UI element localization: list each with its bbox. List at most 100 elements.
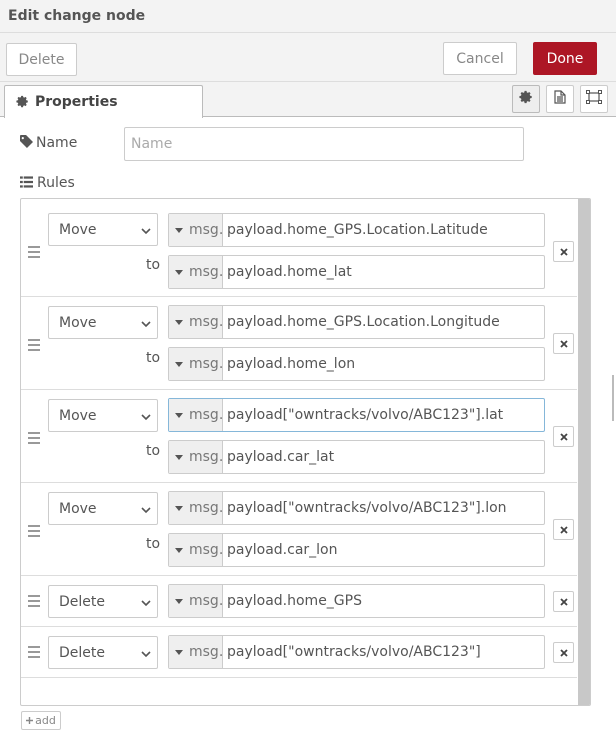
- rule-property-input[interactable]: msg. payload.home_GPS.Location.Latitude: [168, 213, 545, 247]
- caret-down-icon: [175, 270, 183, 275]
- to-label: to: [146, 536, 161, 552]
- chevron-down-icon: [141, 224, 151, 240]
- type-label: msg.: [189, 264, 224, 280]
- caret-down-icon: [175, 455, 183, 460]
- tray-resize-handle[interactable]: [612, 375, 614, 421]
- tag-icon: [20, 135, 33, 148]
- name-label-text: Name: [36, 135, 78, 151]
- to-label: to: [146, 350, 161, 366]
- caret-down-icon: [175, 548, 183, 553]
- to-label: to: [146, 443, 161, 459]
- rules-list: Move msg. payload.home_GPS.Location.Lati…: [20, 198, 591, 706]
- add-rule-button[interactable]: add: [21, 711, 61, 730]
- drag-handle-icon[interactable]: [28, 525, 40, 540]
- rules-scrollbar[interactable]: [578, 199, 590, 705]
- property-value: payload.home_GPS.Location.Latitude: [227, 222, 488, 238]
- rule-property-input[interactable]: msg. payload["owntracks/volvo/ABC123"].l…: [168, 398, 545, 432]
- delete-node-button[interactable]: Delete: [6, 43, 77, 76]
- remove-rule-button[interactable]: [553, 241, 574, 262]
- drag-handle-icon[interactable]: [28, 646, 40, 661]
- property-value: payload.home_GPS.Location.Longitude: [227, 314, 500, 330]
- type-selector[interactable]: msg.: [169, 492, 223, 524]
- tab-properties[interactable]: Properties: [4, 85, 203, 118]
- drag-handle-icon[interactable]: [28, 246, 40, 261]
- rule-action-select[interactable]: Delete: [48, 636, 158, 669]
- rule-target-input[interactable]: msg. payload.car_lat: [168, 440, 545, 474]
- property-value: payload.home_GPS: [227, 593, 362, 609]
- type-label: msg.: [189, 542, 224, 558]
- tray-header: Edit change node: [0, 0, 616, 33]
- rule-action-value: Move: [59, 314, 97, 331]
- appearance-icon: [586, 90, 602, 108]
- property-value: payload["owntracks/volvo/ABC123"]: [227, 644, 481, 660]
- type-label: msg.: [189, 449, 224, 465]
- cancel-button[interactable]: Cancel: [443, 42, 517, 75]
- close-icon: [559, 522, 568, 538]
- rule-target-input[interactable]: msg. payload.home_lat: [168, 255, 545, 289]
- rule-action-value: Move: [59, 407, 97, 424]
- drag-handle-icon[interactable]: [28, 432, 40, 447]
- type-selector[interactable]: msg.: [169, 256, 223, 288]
- tab-properties-label: Properties: [35, 94, 118, 110]
- rule-property-input[interactable]: msg. payload["owntracks/volvo/ABC123"]: [168, 635, 545, 669]
- rule-action-value: Move: [59, 221, 97, 238]
- property-value: payload.car_lat: [227, 449, 335, 465]
- close-icon: [559, 594, 568, 610]
- rule-property-input[interactable]: msg. payload.home_GPS: [168, 584, 545, 618]
- remove-rule-button[interactable]: [553, 426, 574, 447]
- rule-action-select[interactable]: Move: [48, 399, 158, 432]
- type-selector[interactable]: msg.: [169, 585, 223, 617]
- name-input[interactable]: [124, 127, 524, 161]
- rule-item: Move msg. payload["owntracks/volvo/ABC12…: [21, 483, 577, 576]
- type-label: msg.: [189, 314, 224, 330]
- drag-handle-icon[interactable]: [28, 595, 40, 610]
- rule-action-select[interactable]: Delete: [48, 585, 158, 618]
- type-label: msg.: [189, 356, 224, 372]
- tab-appearance[interactable]: [580, 85, 608, 113]
- type-selector[interactable]: msg.: [169, 534, 223, 566]
- rule-action-value: Move: [59, 500, 97, 517]
- document-icon: [554, 90, 566, 108]
- type-selector[interactable]: msg.: [169, 399, 223, 431]
- tabs-bar: Properties: [0, 82, 616, 118]
- type-selector[interactable]: msg.: [169, 306, 223, 338]
- rule-target-input[interactable]: msg. payload.home_lon: [168, 347, 545, 381]
- chevron-down-icon: [141, 503, 151, 519]
- rule-target-input[interactable]: msg. payload.car_lon: [168, 533, 545, 567]
- caret-down-icon: [175, 320, 183, 325]
- type-label: msg.: [189, 644, 224, 660]
- add-rule-label: add: [35, 714, 56, 727]
- type-label: msg.: [189, 500, 224, 516]
- rule-action-select[interactable]: Move: [48, 213, 158, 246]
- tray-title: Edit change node: [8, 8, 146, 24]
- rule-action-select[interactable]: Move: [48, 306, 158, 339]
- chevron-down-icon: [141, 647, 151, 663]
- tab-description[interactable]: [546, 85, 574, 113]
- chevron-down-icon: [141, 596, 151, 612]
- rule-property-input[interactable]: msg. payload.home_GPS.Location.Longitude: [168, 305, 545, 339]
- remove-rule-button[interactable]: [553, 591, 574, 612]
- type-selector[interactable]: msg.: [169, 636, 223, 668]
- rule-action-value: Delete: [59, 593, 105, 610]
- drag-handle-icon[interactable]: [28, 339, 40, 354]
- rule-item: Move msg. payload["owntracks/volvo/ABC12…: [21, 390, 577, 483]
- remove-rule-button[interactable]: [553, 519, 574, 540]
- name-row: Name: [20, 127, 524, 161]
- rule-item: Delete msg. payload["owntracks/volvo/ABC…: [21, 627, 577, 678]
- caret-down-icon: [175, 650, 183, 655]
- property-value: payload.home_lat: [227, 264, 352, 280]
- done-button[interactable]: Done: [533, 42, 597, 75]
- caret-down-icon: [175, 413, 183, 418]
- rule-item: Delete msg. payload.home_GPS: [21, 576, 577, 627]
- rule-action-select[interactable]: Move: [48, 492, 158, 525]
- type-selector[interactable]: msg.: [169, 214, 223, 246]
- property-value: payload.home_lon: [227, 356, 356, 372]
- type-selector[interactable]: msg.: [169, 441, 223, 473]
- rule-property-input[interactable]: msg. payload["owntracks/volvo/ABC123"].l…: [168, 491, 545, 525]
- type-selector[interactable]: msg.: [169, 348, 223, 380]
- tab-node-settings[interactable]: [512, 85, 540, 113]
- remove-rule-button[interactable]: [553, 333, 574, 354]
- gear-icon: [16, 95, 29, 112]
- remove-rule-button[interactable]: [553, 642, 574, 663]
- rule-item: Move msg. payload.home_GPS.Location.Lati…: [21, 199, 577, 297]
